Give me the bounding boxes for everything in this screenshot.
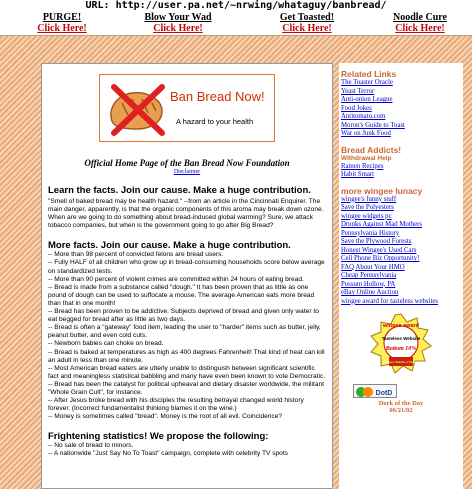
- ban-bread-logo: Ban Bread Now! A hazard to your health: [99, 74, 275, 142]
- related-links-heading: Related Links: [341, 69, 397, 79]
- list-item: -- Most American bread eaters are utterl…: [48, 364, 326, 380]
- ad-purge[interactable]: PURGE! Click Here!: [22, 12, 102, 34]
- sidebar-link[interactable]: Moron's Guide to Toast: [341, 122, 461, 131]
- disclaimer-link[interactable]: Disclaimer: [48, 169, 326, 175]
- ad-banner-bar: PURGE! Click Here! Blow Your Wad Click H…: [0, 12, 472, 36]
- sidebar-link[interactable]: Save the Plywood Forests: [341, 238, 461, 247]
- section-heading-statistics: Frightening statistics! We propose the f…: [48, 431, 269, 443]
- sidebar-link[interactable]: Anti-onion League: [341, 96, 461, 105]
- crossed-bread-icon: [110, 84, 165, 136]
- ad-title[interactable]: PURGE!: [22, 12, 102, 23]
- main-content: Ban Bread Now! A hazard to your health O…: [41, 63, 333, 489]
- list-item: -- More than 98 percent of convicted fel…: [48, 251, 224, 259]
- sidebar: Related Links The Toaster Oracle Yeast T…: [339, 63, 463, 489]
- dotd-logo-icon: DotD: [356, 387, 393, 397]
- list-item: -- Bread has been proven to be addictive…: [48, 308, 319, 324]
- ad-click-link[interactable]: Click Here!: [262, 23, 352, 34]
- sidebar-link[interactable]: wingee widgets pc: [341, 213, 461, 222]
- list-item: -- Newborn babies can choke on bread.: [48, 340, 164, 348]
- sidebar-link[interactable]: Yeast Terror: [341, 88, 461, 97]
- section-paragraph: "Smell of baked bread may be health haza…: [48, 198, 324, 230]
- sidebar-link[interactable]: Cell Phone Biz Opportunity!: [341, 255, 461, 264]
- sidebar-link[interactable]: Habit Smart: [341, 171, 461, 180]
- badge-top-text: wingee award: [382, 323, 419, 329]
- sidebar-link[interactable]: Ramen Recipes: [341, 163, 461, 172]
- facts-list: -- More than 98 percent of convicted fel…: [48, 251, 326, 421]
- award-badge-icon: wingee award Tasteless Website Bottom 10…: [370, 313, 432, 374]
- sidebar-link[interactable]: Antitomato.com: [341, 113, 461, 122]
- addicts-links-list: Ramen Recipes Habit Smart: [341, 163, 461, 180]
- sidebar-link[interactable]: eBay Online Auction: [341, 289, 461, 298]
- list-item: -- More than 90 percent of violent crime…: [48, 275, 304, 283]
- sidebar-link[interactable]: War on Junk Food: [341, 130, 461, 139]
- sidebar-link[interactable]: Save the Polyesters: [341, 204, 461, 213]
- ad-blow-your-wad[interactable]: Blow Your Wad Click Here!: [128, 12, 228, 34]
- dork-of-the-day-banner[interactable]: DotD: [353, 384, 397, 398]
- more-wingee-links-list: wingee's funny stuff Save the Polyesters…: [341, 196, 461, 307]
- badge-ribbon-text: Wingee's Website of the web: [383, 360, 419, 364]
- sidebar-link[interactable]: Pennsylvania History: [341, 230, 461, 239]
- ad-click-link[interactable]: Click Here!: [128, 23, 228, 34]
- proposals-list: -- No sale of bread to minors. -- A nati…: [48, 442, 326, 458]
- ad-click-link[interactable]: Click Here!: [22, 23, 102, 34]
- list-item: -- Bread is made from a substance called…: [48, 283, 315, 307]
- ad-title[interactable]: Get Toasted!: [262, 12, 352, 23]
- ad-title[interactable]: Blow Your Wad: [128, 12, 228, 23]
- list-item: -- A nationwide "Just Say No To Toast" c…: [48, 450, 288, 458]
- ad-noodle-cure[interactable]: Noodle Cure Click Here!: [380, 12, 460, 34]
- ad-title[interactable]: Noodle Cure: [380, 12, 460, 23]
- sidebar-link[interactable]: Cheap Pennsylvania: [341, 272, 461, 281]
- badge-bottom-text: Bottom 10%: [385, 346, 417, 352]
- dork-of-the-day-label: Dork of the Day: [378, 400, 424, 407]
- logo-tagline: A hazard to your health: [176, 117, 254, 126]
- related-links-list: The Toaster Oracle Yeast Terror Anti-oni…: [341, 79, 461, 139]
- list-item: -- Bread has been the catalyst for polit…: [48, 380, 324, 396]
- sidebar-link[interactable]: wingee award for tasteless websites: [341, 298, 461, 307]
- page-title: Official Home Page of the Ban Bread Now …: [84, 158, 290, 168]
- sidebar-link[interactable]: Possum Hollow, PA: [341, 281, 461, 290]
- list-item: -- Bread is baked at temperatures as hig…: [48, 348, 325, 364]
- section-heading-more-facts: More facts. Join our cause. Make a huge …: [48, 240, 291, 252]
- sidebar-link[interactable]: Drunks Against Mad Mothers: [341, 221, 461, 230]
- url-bar: URL: http://user.pa.net/~nrwing/whataguy…: [0, 0, 472, 12]
- wingee-award-badge[interactable]: wingee award Tasteless Website Bottom 10…: [365, 312, 437, 374]
- section-heading-learn: Learn the facts. Join our cause. Make a …: [48, 185, 311, 196]
- list-item: -- Money is sometimes called "bread". Mo…: [48, 413, 283, 421]
- list-item: -- After Jesus broke bread with his disc…: [48, 397, 304, 413]
- sidebar-link[interactable]: Honest Wingee's Used Cars: [341, 247, 461, 256]
- sidebar-link[interactable]: FAQ About Your HMO: [341, 264, 461, 273]
- list-item: -- Bread is often a "gateway" food item,…: [48, 324, 321, 340]
- dork-of-the-day-date: 06/21/02: [389, 407, 413, 414]
- withdrawal-help-subheading: Withdrawal Help: [341, 154, 392, 162]
- badge-mid-text: Tasteless Website: [382, 336, 421, 341]
- list-item: -- No sale of bread to minors.: [48, 442, 134, 450]
- dotd-img-text: DotD: [376, 390, 393, 397]
- sidebar-link[interactable]: The Toaster Oracle: [341, 79, 461, 88]
- sidebar-link[interactable]: wingee's funny stuff: [341, 196, 461, 205]
- ad-click-link[interactable]: Click Here!: [380, 23, 460, 34]
- sidebar-link[interactable]: Food Jokes: [341, 105, 461, 114]
- list-item: -- Fully HALF of all children who grow u…: [48, 259, 325, 275]
- logo-title: Ban Bread Now!: [170, 89, 265, 104]
- ad-get-toasted[interactable]: Get Toasted! Click Here!: [262, 12, 352, 34]
- more-wingee-heading: more wingee lunacy: [341, 185, 423, 196]
- bread-addicts-heading: Bread Addicts!: [341, 144, 402, 155]
